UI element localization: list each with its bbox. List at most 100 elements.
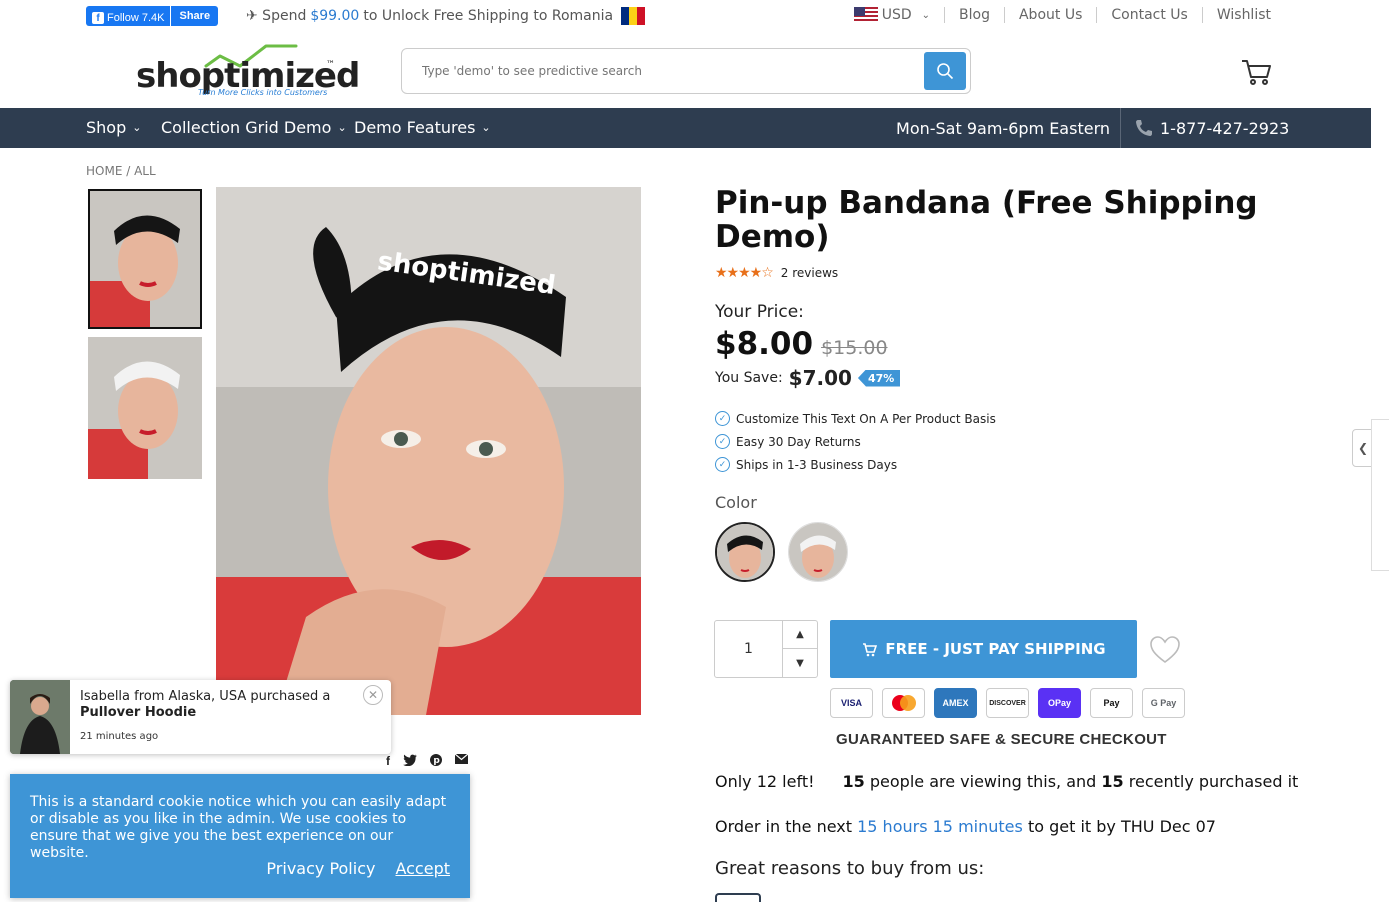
about-us-link[interactable]: About Us [1019,7,1082,23]
nav-item-label: Collection Grid Demo [161,118,332,137]
search-icon [937,63,954,80]
check-icon: ✓ [715,457,730,472]
secure-checkout-text: GUARANTEED SAFE & SECURE CHECKOUT [836,731,1167,748]
chevron-down-icon: ⌄ [481,121,491,134]
svg-text:p: p [433,756,440,766]
quantity-increase-button[interactable]: ▲ [783,621,817,649]
currency-selector[interactable]: USD ⌄ [853,7,931,23]
chevron-down-icon: ⌄ [921,9,931,21]
product-title: Pin-up Bandana (Free Shipping Demo) [715,185,1258,255]
us-flag-icon [853,7,878,23]
email-icon[interactable] [455,754,468,764]
side-panel[interactable] [1371,419,1389,571]
color-swatch-black[interactable] [715,522,775,582]
product-rating[interactable]: ★★★★☆ 2 reviews [715,265,838,281]
mastercard-icon [882,688,925,718]
feature-text: Ships in 1-3 Business Days [736,457,898,472]
feature-item: ✓ Easy 30 Day Returns [715,434,861,449]
quantity-decrease-button[interactable]: ▼ [783,649,817,677]
search-bar [401,48,971,94]
chevron-left-icon: ❮ [1357,441,1369,455]
search-input[interactable] [404,51,924,91]
close-icon[interactable]: ✕ [363,685,383,705]
site-logo[interactable]: shoptimized ™ Turn More Clicks into Cust… [136,42,360,100]
visa-icon: VISA [830,688,873,718]
check-icon: ✓ [715,411,730,426]
promo-prefix: ✈ Spend [246,8,307,24]
quantity-input[interactable]: 1 [715,621,783,677]
popup-message: Isabella from Alaska, USA purchased a Pu… [80,689,350,721]
feature-item: ✓ Customize This Text On A Per Product B… [715,411,996,426]
apple-pay-icon: Pay [1090,688,1133,718]
popup-product-image [10,680,70,754]
product-photo: shoptimized [216,187,641,715]
facebook-share-button[interactable]: Share [171,6,219,26]
wishlist-link[interactable]: Wishlist [1217,7,1271,23]
nav-item-demo-features[interactable]: Demo Features ⌄ [354,118,491,137]
divider [1096,7,1098,23]
romania-flag-icon [621,7,646,25]
chevron-down-icon: ⌄ [132,121,142,134]
product-thumbnail-black[interactable] [88,189,202,329]
stock-info: Only 12 left! 15 people are viewing this… [715,772,1298,791]
viewing-text: people are viewing this, and [869,772,1097,791]
nav-item-shop[interactable]: Shop ⌄ [86,118,141,137]
nav-item-collection-grid-demo[interactable]: Collection Grid Demo ⌄ [161,118,347,137]
price-block: $8.00 $15.00 [715,326,888,362]
feature-item: ✓ Ships in 1-3 Business Days [715,457,897,472]
purchased-text: recently purchased it [1128,772,1299,791]
facebook-follow-button[interactable]: f Follow 7.4K [86,6,171,26]
swatch-image [717,524,773,580]
phone-link[interactable]: 1-877-427-2923 [1134,118,1289,138]
contact-us-link[interactable]: Contact Us [1111,7,1187,23]
product-thumbnail-white[interactable] [88,337,202,479]
facebook-widget: f Follow 7.4K Share [86,6,219,26]
divider [1120,108,1121,148]
main-product-image[interactable]: shoptimized [216,187,641,715]
promo-amount: $99.00 [310,8,360,24]
facebook-icon[interactable]: f [386,754,390,768]
heart-icon[interactable] [1150,636,1180,664]
breadcrumb[interactable]: HOME / ALL [86,164,156,178]
add-to-cart-label: FREE - JUST PAY SHIPPING [885,640,1106,658]
color-swatch-white[interactable] [788,522,848,582]
privacy-policy-link[interactable]: Privacy Policy [266,859,375,878]
search-button[interactable] [924,52,966,90]
check-icon: ✓ [715,434,730,449]
shipping-promo: ✈ Spend $99.00 to Unlock Free Shipping t… [246,7,646,25]
phone-number: 1-877-427-2923 [1160,118,1290,138]
facebook-icon: f [92,11,104,24]
blog-link[interactable]: Blog [959,7,990,23]
star-rating-icon: ★★★★☆ [715,265,774,281]
product-thumbnail-image [90,191,200,327]
popup-product: Pullover Hoodie [80,705,197,720]
current-price: $8.00 [715,326,814,362]
twitter-icon[interactable] [403,754,417,766]
payment-methods: VISA AMEX DISCOVER OPay Pay G Pay [830,688,1185,718]
compare-price: $15.00 [821,337,888,359]
recent-purchase-popup[interactable]: Isabella from Alaska, USA purchased a Pu… [10,680,391,754]
divider [944,7,946,23]
viewing-count: 15 [842,772,865,791]
phone-icon [1136,120,1152,136]
promo-suffix: to Unlock Free Shipping to Romania [363,8,614,24]
cookie-notice: This is a standard cookie notice which y… [10,774,470,898]
order-timer: 15 hours 15 minutes [857,817,1023,836]
cart-icon[interactable] [1241,58,1273,86]
swatch-image [789,523,847,581]
logo-tagline: Turn More Clicks into Customers [198,88,328,97]
top-bar: f Follow 7.4K Share ✈ Spend $99.00 to Un… [0,0,1389,34]
business-hours: Mon-Sat 9am-6pm Eastern [896,119,1110,138]
nav-item-label: Shop [86,118,127,137]
purchased-count: 15 [1101,772,1124,791]
cart-hand-icon [863,643,878,657]
discover-icon: DISCOVER [986,688,1029,718]
quantity-stepper: 1 ▲ ▼ [714,620,818,678]
pinterest-icon[interactable]: p [430,754,442,766]
price-label: Your Price: [715,302,804,322]
add-to-cart-button[interactable]: FREE - JUST PAY SHIPPING [830,620,1137,678]
stock-left: Only 12 left! [715,772,815,791]
order-prefix: Order in the next [715,817,853,836]
chevron-down-icon: ▼ [796,657,804,669]
accept-cookies-button[interactable]: Accept [395,859,450,878]
